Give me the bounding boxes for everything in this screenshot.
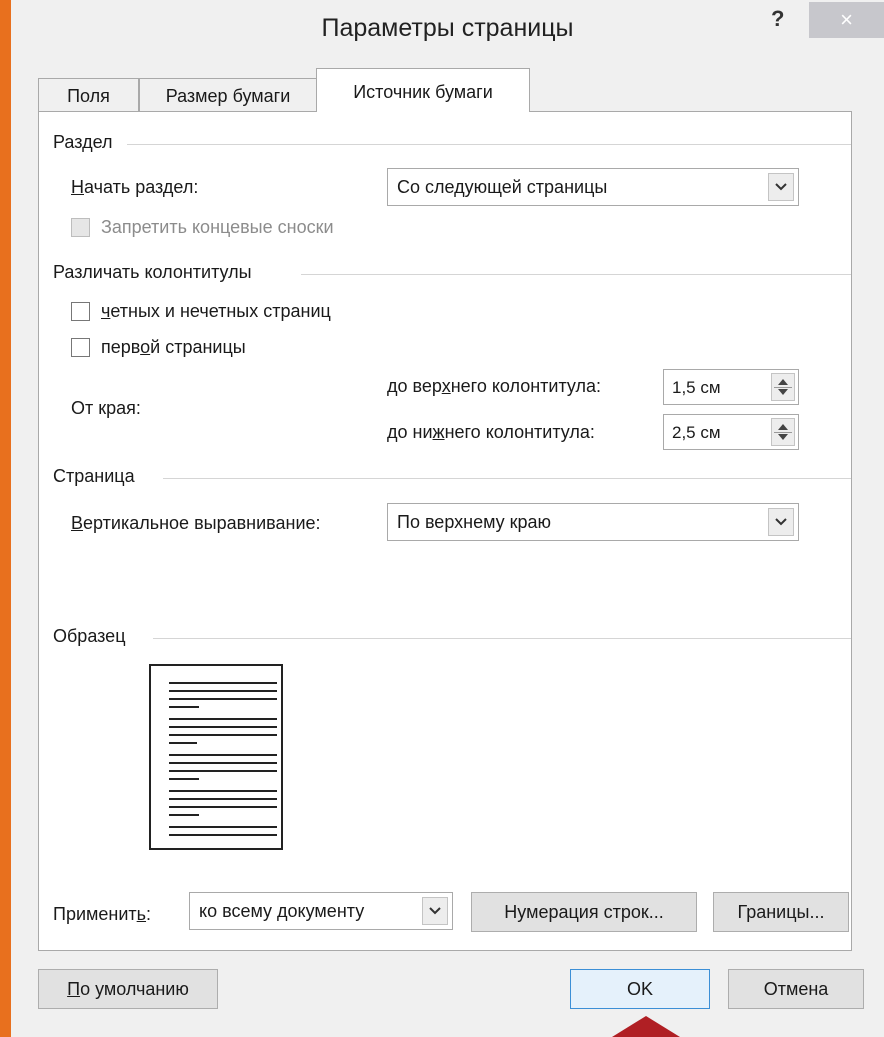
preview-line [169, 706, 199, 708]
spin-up-icon[interactable] [778, 379, 788, 385]
chevron-down-icon[interactable] [768, 508, 794, 536]
footer-distance-label: до нижнего колонтитула: [387, 422, 595, 443]
header-distance-spinner[interactable]: 1,5 см [663, 369, 799, 405]
mnemonic-letter: В [71, 513, 84, 533]
first-page-label-part1: перв [101, 337, 141, 357]
preview-line [169, 762, 277, 764]
default-button-rest: о умолчанию [80, 979, 189, 999]
mnemonic-letter: х [441, 376, 451, 396]
divider [127, 144, 851, 145]
mnemonic-letter: ч [101, 301, 111, 321]
section-heading-page: Страница [53, 466, 135, 486]
start-section-value: Со следующей страницы [397, 177, 608, 197]
default-button[interactable]: По умолчанию [38, 969, 218, 1009]
footer-label-part2: него колонтитула: [444, 422, 595, 442]
odd-even-label-rest: етных и нечетных страниц [110, 301, 331, 321]
apply-to-label: Применить: [53, 904, 151, 925]
divider [774, 432, 792, 433]
divider [774, 387, 792, 388]
page-preview [149, 664, 283, 850]
title-bar: Параметры страницы ? × [11, 0, 884, 58]
preview-line [169, 826, 277, 828]
section-heading-preview: Образец [53, 626, 126, 646]
spinner-buttons[interactable] [771, 418, 795, 446]
pointer-arrow-icon [612, 1016, 680, 1037]
preview-line [169, 690, 277, 692]
start-section-label: Начать раздел: [71, 177, 198, 198]
cancel-button[interactable]: Отмена [728, 969, 864, 1009]
preview-line [169, 790, 277, 792]
section-heading-headers: Различать колонтитулы [53, 262, 252, 282]
vertical-align-label: Вертикальное выравнивание: [71, 513, 321, 534]
mnemonic-letter: ж [432, 422, 445, 442]
chevron-down-icon[interactable] [422, 897, 448, 925]
header-label-part1: до вер [387, 376, 442, 396]
preview-line [169, 698, 277, 700]
divider [153, 638, 851, 639]
mnemonic-letter: Н [71, 177, 84, 197]
window-edge-strip [0, 0, 11, 1037]
header-label-part2: него колонтитула: [450, 376, 602, 396]
first-page-checkbox[interactable] [71, 338, 90, 357]
divider [163, 478, 851, 479]
vertical-align-select[interactable]: По верхнему краю [387, 503, 799, 541]
mnemonic-letter: о [140, 337, 151, 357]
dialog-title: Параметры страницы [321, 14, 574, 42]
preview-line [169, 834, 277, 836]
footer-distance-spinner[interactable]: 2,5 см [663, 414, 799, 450]
borders-button[interactable]: Границы... [713, 892, 849, 932]
preview-line [169, 682, 277, 684]
vertical-align-value: По верхнему краю [397, 512, 552, 532]
chevron-down-icon[interactable] [768, 173, 794, 201]
close-button[interactable]: × [809, 2, 884, 38]
first-page-label: первой страницы [101, 337, 246, 358]
suppress-endnotes-label: Запретить концевые сноски [101, 217, 334, 237]
spin-up-icon[interactable] [778, 424, 788, 430]
preview-line [169, 734, 277, 736]
header-distance-value: 1,5 см [672, 378, 721, 397]
preview-line [169, 754, 277, 756]
preview-line [169, 778, 199, 780]
preview-line [169, 814, 199, 816]
preview-line [169, 726, 277, 728]
first-page-label-part2: й страницы [150, 337, 246, 357]
spinner-buttons[interactable] [771, 373, 795, 401]
footer-distance-value: 2,5 см [672, 423, 721, 442]
divider [301, 274, 851, 275]
preview-line [169, 770, 277, 772]
from-edge-label: От края: [71, 398, 141, 418]
start-section-select[interactable]: Со следующей страницы [387, 168, 799, 206]
preview-line [169, 806, 277, 808]
spin-down-icon[interactable] [778, 434, 788, 440]
header-distance-label: до верхнего колонтитула: [387, 376, 601, 397]
line-numbers-button[interactable]: Нумерация строк... [471, 892, 697, 932]
vertical-align-label-rest: ертикальное выравнивание: [83, 513, 321, 533]
apply-label-part1: Применит [53, 904, 137, 924]
tab-panel: Раздел Начать раздел: Со следующей стран… [38, 111, 852, 951]
preview-line [169, 742, 197, 744]
odd-even-checkbox[interactable] [71, 302, 90, 321]
tab-margins[interactable]: Поля [38, 78, 139, 111]
start-section-label-rest: ачать раздел: [84, 177, 199, 197]
section-heading-razdel: Раздел [53, 132, 113, 152]
apply-to-select[interactable]: ко всему документу [189, 892, 453, 930]
spin-down-icon[interactable] [778, 389, 788, 395]
ok-button[interactable]: OK [570, 969, 710, 1009]
apply-label-part2: : [146, 904, 152, 924]
tab-paper-size[interactable]: Размер бумаги [139, 78, 317, 111]
suppress-endnotes-checkbox[interactable] [71, 218, 90, 237]
preview-line [169, 798, 277, 800]
odd-even-label: четных и нечетных страниц [101, 301, 331, 322]
mnemonic-letter: ь [136, 904, 147, 924]
mnemonic-letter: П [67, 979, 81, 999]
help-button[interactable]: ? [771, 6, 784, 32]
preview-line [169, 718, 277, 720]
footer-label-part1: до ни [387, 422, 433, 442]
tab-paper-source[interactable]: Источник бумаги [316, 68, 530, 112]
apply-to-value: ко всему документу [199, 901, 365, 921]
